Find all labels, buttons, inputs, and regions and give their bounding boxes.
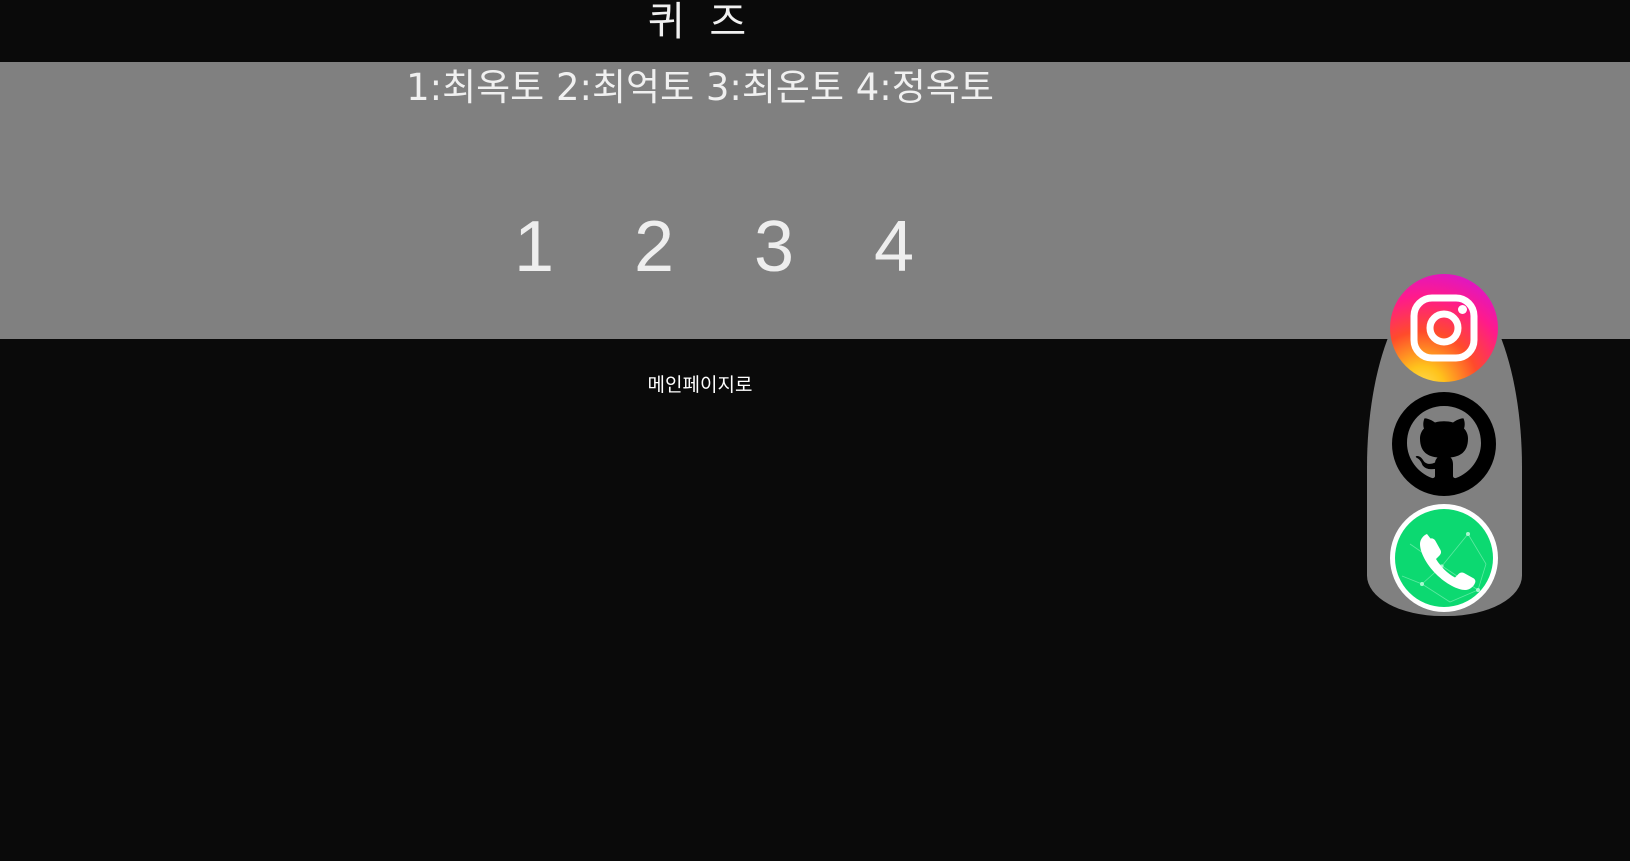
github-link[interactable] <box>1392 392 1496 496</box>
answer-options: 1 2 3 4 <box>474 202 954 292</box>
phone-icon <box>1390 504 1498 612</box>
answer-button-3[interactable]: 3 <box>714 202 834 292</box>
question-text: 1:최옥토 2:최억토 3:최온토 4:정옥토 <box>406 66 994 109</box>
page-title: 퀴 즈 <box>647 0 753 45</box>
answer-button-1[interactable]: 1 <box>474 202 594 292</box>
github-icon <box>1392 392 1496 496</box>
answer-button-4[interactable]: 4 <box>834 202 954 292</box>
quiz-panel: 1:최옥토 2:최억토 3:최온토 4:정옥토 1 2 3 4 <box>0 62 1630 339</box>
instagram-icon <box>1390 274 1498 382</box>
phone-link[interactable] <box>1390 504 1498 612</box>
main-page-link[interactable]: 메인페이지로 <box>0 372 1400 398</box>
quiz-page: 퀴 즈 1:최옥토 2:최억토 3:최온토 4:정옥토 1 2 3 4 메인페이… <box>0 0 1630 861</box>
answer-button-2[interactable]: 2 <box>594 202 714 292</box>
instagram-link[interactable] <box>1390 274 1498 382</box>
